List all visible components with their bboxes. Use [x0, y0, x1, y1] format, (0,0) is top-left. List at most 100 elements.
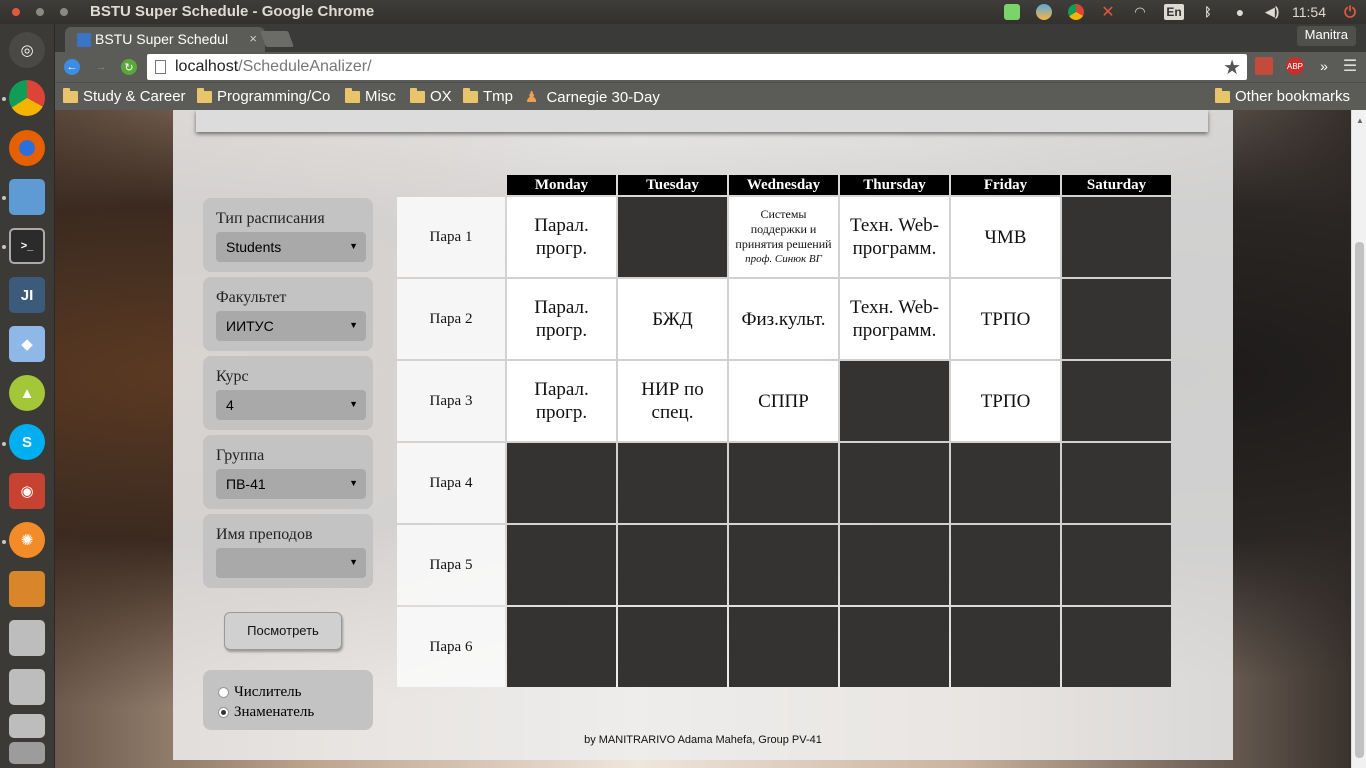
week-option-numerator[interactable]: Числитель — [218, 682, 373, 702]
lifebuoy-app-icon[interactable]: ◉ — [9, 473, 45, 509]
trash-icon[interactable] — [9, 742, 45, 764]
chrome-tray-icon[interactable] — [1068, 4, 1084, 20]
group-select[interactable]: ПВ-41 ▼ — [216, 469, 366, 499]
class-cell: ЧМВ — [951, 197, 1060, 277]
bookmark-folder[interactable]: Tmp — [463, 88, 513, 105]
intellij-app-icon[interactable]: JI — [9, 277, 45, 313]
radio-button[interactable] — [218, 686, 229, 698]
class-cell: Парал. прогр. — [507, 361, 616, 441]
empty-cell — [618, 197, 727, 277]
folder-icon — [345, 88, 360, 103]
window-maximize-icon[interactable] — [60, 8, 68, 16]
disk-app-icon[interactable] — [9, 571, 45, 607]
class-cell: Техн. Web-программ. — [840, 197, 949, 277]
course-select[interactable]: 4 ▼ — [216, 390, 366, 420]
terminal-app-icon[interactable]: >_ — [9, 228, 45, 264]
reload-icon[interactable]: ↻ — [121, 59, 137, 75]
teacher-label: Имя преподов — [216, 526, 313, 543]
teacher-select[interactable]: ▼ — [216, 548, 366, 578]
scrollbar-thumb[interactable] — [1355, 242, 1364, 758]
empty-cell — [729, 525, 838, 605]
schedule-type-control: Тип расписания Students ▼ — [203, 198, 373, 272]
class-cell: ТРПО — [951, 279, 1060, 359]
empty-cell — [618, 443, 727, 523]
back-icon[interactable]: ← — [64, 59, 80, 75]
class-title: Системы поддержки и принятия решений — [735, 207, 832, 251]
page-viewport: Тип расписания Students ▼ Факультет ИИТУ… — [55, 110, 1351, 768]
view-schedule-button[interactable]: Посмотреть — [224, 612, 342, 650]
system-top-panel: BSTU Super Schedule - Google Chrome ✕ ◠ … — [0, 0, 1366, 24]
scroll-up-arrow-icon[interactable]: ▲ — [1356, 116, 1364, 125]
close-x-icon[interactable]: ✕ — [1100, 4, 1116, 21]
extensions-overflow-icon[interactable]: » — [1315, 57, 1333, 75]
menu-icon[interactable]: ☰ — [1341, 57, 1359, 75]
table-row: Пара 6 — [397, 607, 1171, 687]
empty-cell — [951, 607, 1060, 687]
address-bar[interactable]: localhost/ScheduleAnalizer/ ★ — [147, 54, 1247, 80]
bookmark-star-icon[interactable]: ★ — [1223, 55, 1241, 80]
class-cell: СППР — [729, 361, 838, 441]
empty-cell — [1062, 197, 1171, 277]
class-cell: Физ.культ. — [729, 279, 838, 359]
class-cell: ТРПО — [951, 361, 1060, 441]
period-header: Пара 6 — [397, 607, 505, 687]
group-label: Группа — [216, 447, 265, 464]
browser-tab[interactable]: BSTU Super Schedul × — [65, 27, 265, 52]
empty-cell — [951, 525, 1060, 605]
week-type-control: Числитель Знаменатель — [203, 670, 373, 730]
skype-app-icon[interactable]: S — [9, 424, 45, 460]
bookmark-extension-icon[interactable] — [1255, 57, 1273, 75]
week-option-denominator[interactable]: Знаменатель — [218, 702, 373, 722]
dropdown-arrow-icon: ▼ — [349, 399, 358, 409]
chrome-app-icon[interactable] — [9, 80, 45, 116]
forward-icon[interactable]: → — [93, 59, 109, 75]
page-scrollbar[interactable]: ▲ — [1351, 110, 1366, 768]
radio-button-selected[interactable] — [218, 706, 229, 718]
new-tab-button[interactable] — [260, 31, 294, 47]
adblock-icon[interactable]: ABP — [1286, 57, 1304, 75]
files-app-icon[interactable] — [9, 179, 45, 215]
chat-icon[interactable] — [1004, 4, 1020, 20]
bookmark-link[interactable]: ♟ Carnegie 30-Day C — [525, 88, 663, 107]
schedule-type-select[interactable]: Students ▼ — [216, 232, 366, 262]
gimp-app-icon[interactable]: ✺ — [9, 522, 45, 558]
other-bookmarks[interactable]: Other bookmarks — [1215, 88, 1350, 105]
bookmark-folder[interactable]: Misc — [345, 88, 396, 105]
bookmark-folder[interactable]: Programming/Co — [197, 88, 330, 105]
day-header: Friday — [951, 175, 1060, 195]
bookmark-folder[interactable]: OX — [410, 88, 452, 105]
drive-icon-3[interactable] — [9, 714, 45, 738]
tab-close-icon[interactable]: × — [249, 31, 257, 46]
empty-cell — [1062, 443, 1171, 523]
favicon-icon — [77, 33, 91, 47]
wifi-icon[interactable]: ◠ — [1132, 4, 1148, 20]
firefox-app-icon[interactable] — [9, 130, 45, 166]
window-close-icon[interactable] — [12, 8, 20, 16]
dropdown-arrow-icon: ▼ — [349, 557, 358, 567]
volume-icon[interactable]: ◀) — [1264, 4, 1280, 20]
weather-icon[interactable] — [1036, 4, 1052, 20]
ubuntu-dash-icon[interactable]: ◎ — [9, 32, 45, 68]
profile-button[interactable]: Manitra — [1296, 26, 1356, 46]
empty-cell — [507, 607, 616, 687]
dropdown-arrow-icon: ▼ — [349, 241, 358, 251]
android-studio-icon[interactable]: ▲ — [9, 375, 45, 411]
class-teacher: проф. Синюк ВГ — [745, 253, 822, 265]
keyboard-layout-indicator[interactable]: En — [1164, 4, 1184, 20]
bookmark-folder[interactable]: Study & Career — [63, 88, 186, 105]
drive-icon[interactable] — [9, 620, 45, 656]
clock[interactable]: 11:54 — [1292, 4, 1326, 20]
class-cell: Парал. прогр. — [507, 279, 616, 359]
drive-icon-2[interactable] — [9, 669, 45, 705]
power-icon[interactable]: ⏻ — [1342, 4, 1358, 21]
messaging-icon[interactable]: ● — [1232, 4, 1248, 20]
bluetooth-icon[interactable]: ᛒ — [1200, 4, 1216, 20]
empty-cell — [840, 361, 949, 441]
day-header: Monday — [507, 175, 616, 195]
class-cell: БЖД — [618, 279, 727, 359]
faculty-select[interactable]: ИИТУС ▼ — [216, 311, 366, 341]
virtualbox-app-icon[interactable]: ◆ — [9, 326, 45, 362]
window-minimize-icon[interactable] — [36, 8, 44, 16]
empty-cell — [1062, 279, 1171, 359]
url-host: localhost — [175, 58, 239, 75]
